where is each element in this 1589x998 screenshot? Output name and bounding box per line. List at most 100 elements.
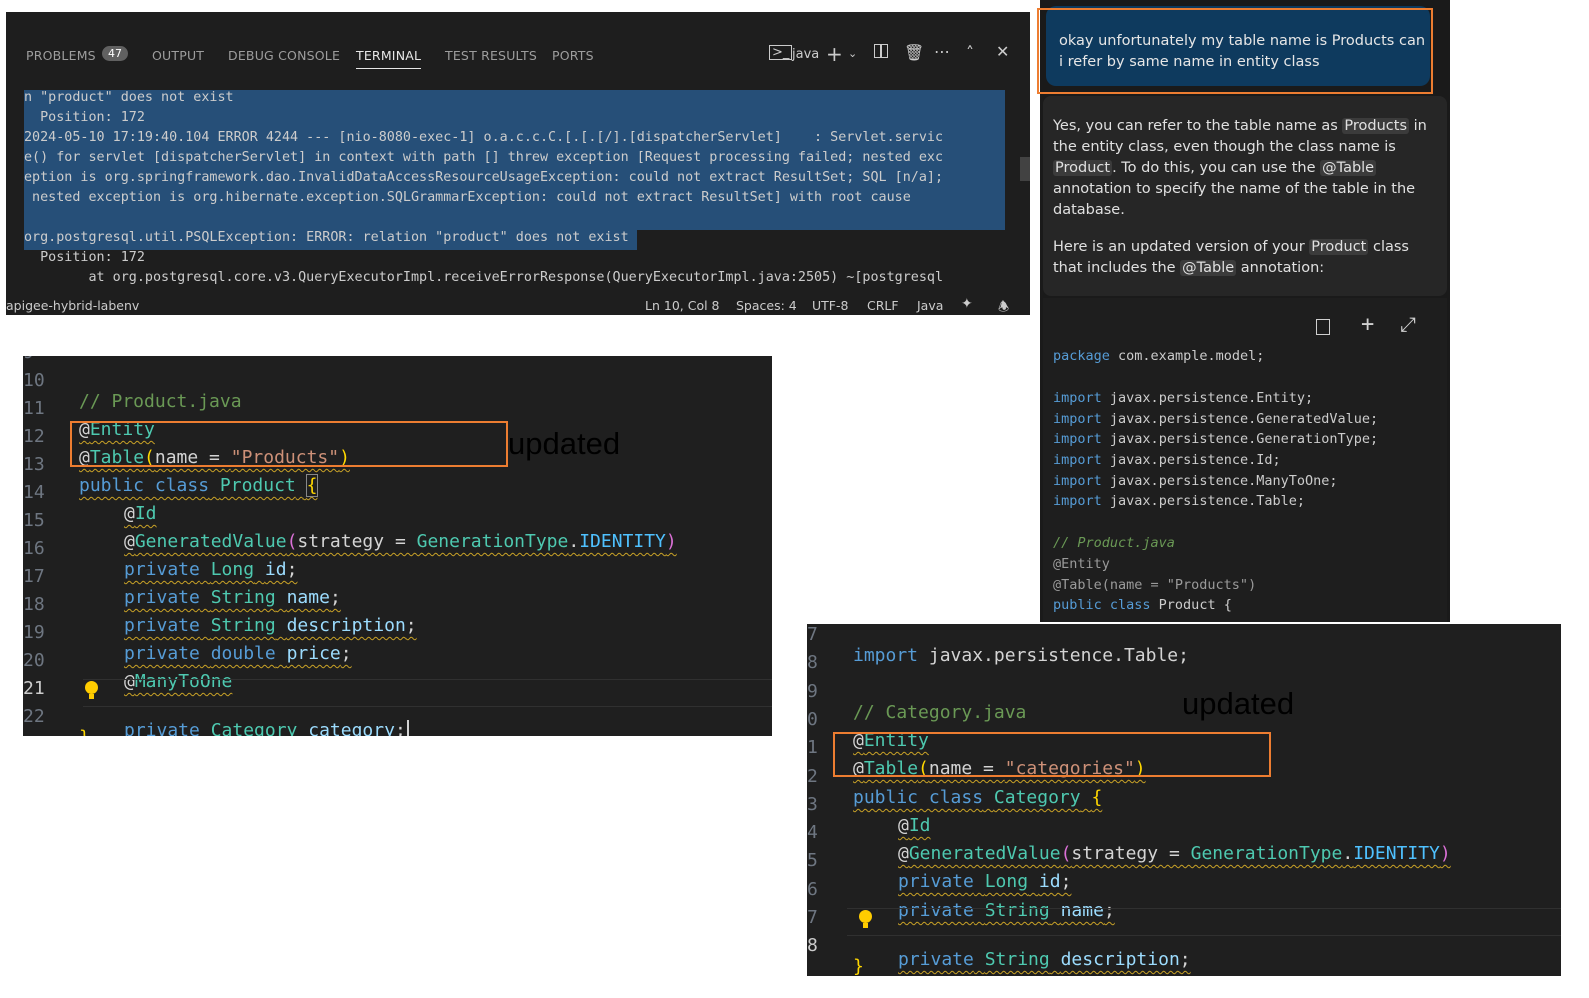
line-number: 8 xyxy=(807,935,818,956)
lightbulb-icon[interactable] xyxy=(859,910,872,928)
line-number: 18 xyxy=(23,594,45,615)
line-number: 7 xyxy=(807,907,818,928)
code-line: @Table(name = "Products") xyxy=(1053,577,1257,593)
problems-count-badge: 47 xyxy=(102,46,128,61)
terminal-shell-label[interactable]: java xyxy=(792,47,819,62)
line-number: 4 xyxy=(807,822,818,843)
tab-output[interactable]: OUTPUT xyxy=(152,48,204,63)
line-number: 11 xyxy=(23,398,45,419)
reply-line: annotation to specify the name of the ta… xyxy=(1053,181,1416,197)
line-number: 7 xyxy=(807,624,818,645)
line-number: 17 xyxy=(23,566,45,587)
line-number: 0 xyxy=(807,709,818,730)
assistant-reply: Yes, you can refer to the table name as … xyxy=(1043,96,1447,296)
status-language[interactable]: Java xyxy=(917,298,943,313)
code-line: import javax.persistence.Table; xyxy=(1053,493,1305,509)
tab-ports[interactable]: PORTS xyxy=(552,48,594,63)
line-number: 9 xyxy=(807,681,818,702)
line-number: 20 xyxy=(23,650,45,671)
line-number: 14 xyxy=(23,482,45,503)
line-number: 13 xyxy=(23,454,45,475)
line-number: 16 xyxy=(23,538,45,559)
reply-line: that includes the @Table annotation: xyxy=(1053,260,1325,276)
highlight-box xyxy=(1037,8,1433,94)
status-bar: apigee-hybrid-labenv Ln 10, Col 8 Spaces… xyxy=(6,296,1030,315)
inline-code-chip: Products xyxy=(1342,118,1409,134)
terminal-line: nested exception is org.hibernate.except… xyxy=(24,190,1005,210)
status-workspace[interactable]: apigee-hybrid-labenv xyxy=(6,298,139,313)
code-line: @Entity xyxy=(1053,556,1110,572)
code-line: public class Product { xyxy=(1053,597,1232,613)
inline-code-chip: Product xyxy=(1309,239,1369,255)
line-number: 3 xyxy=(807,794,818,815)
more-actions-icon[interactable]: ⋯ xyxy=(934,42,950,61)
insert-icon[interactable]: + xyxy=(1361,312,1374,337)
copilot-sparkle-icon[interactable]: ✦ xyxy=(961,296,973,312)
updated-label: updated xyxy=(508,426,621,461)
close-icon[interactable]: ✕ xyxy=(996,42,1009,61)
reply-line: Yes, you can refer to the table name as … xyxy=(1053,118,1427,134)
line-number: 10 xyxy=(23,370,45,391)
line-number: 9 xyxy=(23,356,73,363)
reply-line: database. xyxy=(1053,202,1125,218)
line-number: 22 xyxy=(23,706,45,727)
lightbulb-icon[interactable] xyxy=(85,681,98,699)
expand-icon[interactable]: ⤢ xyxy=(1400,312,1416,336)
terminal-line: e() for servlet [dispatcherServlet] in c… xyxy=(24,150,1005,170)
code-line: // Product.java xyxy=(1053,535,1175,551)
terminal-scrollbar[interactable] xyxy=(1020,157,1030,181)
tab-problems[interactable]: PROBLEMS xyxy=(26,48,96,63)
split-terminal-icon[interactable] xyxy=(874,44,888,58)
terminal-line: org.postgresql.util.PSQLException: ERROR… xyxy=(24,230,637,250)
product-editor[interactable]: 9 10 // Product.java 11 @Entity 12 @Tabl… xyxy=(23,356,772,736)
tab-test-results[interactable]: TEST RESULTS xyxy=(445,48,537,63)
highlight-box xyxy=(833,732,1271,777)
inline-code-chip: @Table xyxy=(1180,260,1237,276)
inline-code-chip: @Table xyxy=(1320,160,1377,176)
highlight-box xyxy=(70,421,508,467)
status-cursor-position[interactable]: Ln 10, Col 8 xyxy=(645,298,720,313)
terminal-line: n "product" does not exist xyxy=(24,90,1005,110)
terminal-shell-icon[interactable]: >_ xyxy=(769,45,793,60)
terminal-line xyxy=(24,210,1005,230)
code-line: import javax.persistence.Entity; xyxy=(1053,390,1314,406)
terminal-line: at org.postgresql.core.v3.QueryExecutorI… xyxy=(24,270,944,285)
line-number: 21 xyxy=(23,678,45,699)
line-number: 19 xyxy=(23,622,45,643)
reply-line: Here is an updated version of your Produ… xyxy=(1053,239,1409,255)
chevron-down-icon[interactable]: ⌄ xyxy=(848,47,857,60)
terminal-line: Position: 172 xyxy=(24,250,145,265)
tab-debug-console[interactable]: DEBUG CONSOLE xyxy=(228,48,340,63)
category-editor[interactable]: 7 import javax.persistence.Table; 8 9 //… xyxy=(807,624,1561,976)
status-eol[interactable]: CRLF xyxy=(867,298,899,313)
updated-label: updated xyxy=(1182,686,1295,721)
status-indentation[interactable]: Spaces: 4 xyxy=(736,298,797,313)
line-number: 8 xyxy=(807,652,818,673)
reply-code-block: + ⤢ package com.example.model; import ja… xyxy=(1043,298,1447,622)
code-line: import javax.persistence.Id; xyxy=(1053,452,1281,468)
reply-line: the entity class, even though the class … xyxy=(1053,139,1396,155)
line-number: 6 xyxy=(807,879,818,900)
inline-code-chip: Product xyxy=(1053,160,1113,176)
code-line: import javax.persistence.GeneratedValue; xyxy=(1053,411,1379,427)
terminal-line: 2024-05-10 17:19:40.104 ERROR 4244 --- [… xyxy=(24,130,1005,150)
terminal-line: eption is org.springframework.dao.Invali… xyxy=(24,170,1005,190)
terminal-line: Position: 172 xyxy=(24,110,1005,130)
copy-icon[interactable] xyxy=(1316,319,1330,335)
status-encoding[interactable]: UTF-8 xyxy=(812,298,848,313)
line-number: 5 xyxy=(807,850,818,871)
reply-line: Product. To do this, you can use the @Ta… xyxy=(1053,160,1377,176)
maximize-panel-icon[interactable]: ˄ xyxy=(966,43,974,62)
line-number: 12 xyxy=(23,426,45,447)
code-line: import javax.persistence.GenerationType; xyxy=(1053,431,1379,447)
line-number: 15 xyxy=(23,510,45,531)
new-terminal-icon[interactable]: + xyxy=(826,42,843,66)
code-line: import javax.persistence.ManyToOne; xyxy=(1053,473,1338,489)
notifications-bell-icon[interactable]: 🕭 xyxy=(998,298,1009,315)
terminal-panel: PROBLEMS 47 OUTPUT DEBUG CONSOLE TERMINA… xyxy=(6,12,1030,315)
trash-icon[interactable]: 🗑 xyxy=(904,43,924,62)
tab-terminal[interactable]: TERMINAL xyxy=(356,48,422,69)
closing-brace: } xyxy=(853,956,864,976)
closing-brace: } xyxy=(79,727,90,736)
code-line: package com.example.model; xyxy=(1053,348,1265,364)
